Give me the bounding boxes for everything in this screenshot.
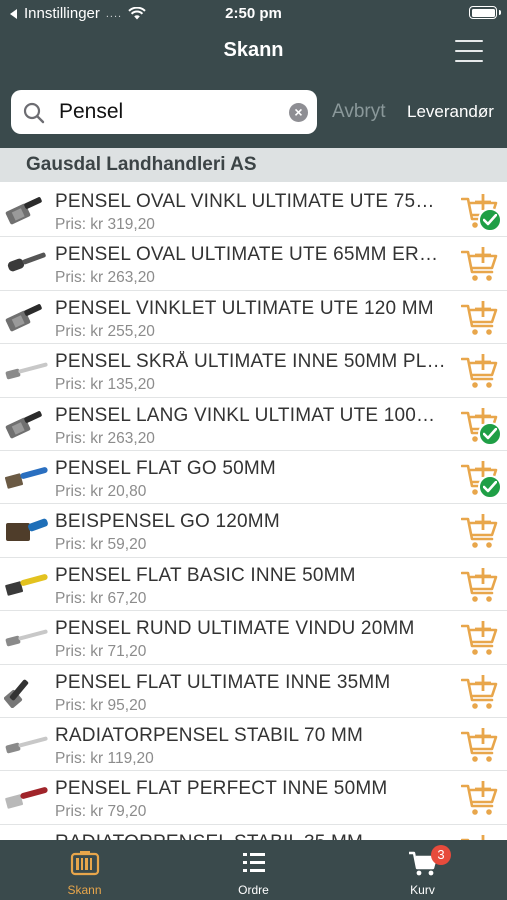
battery-icon bbox=[469, 6, 501, 19]
product-price: Pris: kr 67,20 bbox=[55, 589, 147, 607]
hamburger-menu-icon[interactable] bbox=[455, 40, 483, 62]
product-thumbnail bbox=[4, 679, 29, 708]
tab-label-ordre: Ordre bbox=[238, 883, 269, 897]
product-name: PENSEL FLAT PERFECT INNE 50MM bbox=[55, 778, 388, 800]
product-row[interactable]: BEISPENSEL GO 120MM Pris: kr 59,20 bbox=[0, 504, 507, 558]
supplier-button[interactable]: Leverandør bbox=[407, 102, 494, 122]
checkmark-icon bbox=[478, 474, 502, 499]
status-time: 2:50 pm bbox=[225, 5, 282, 22]
nav-bar: Skann bbox=[0, 30, 507, 76]
tab-label-skann: Skann bbox=[67, 883, 102, 897]
product-name: RADIATORPENSEL STABIL 35 MM bbox=[55, 832, 447, 840]
product-row[interactable]: PENSEL SKRÅ ULTIMATE INNE 50MM PLUS Pris:… bbox=[0, 344, 507, 398]
cart-plus-icon[interactable] bbox=[461, 514, 499, 550]
product-row[interactable]: RADIATORPENSEL STABIL 35 MM bbox=[0, 825, 507, 840]
checkmark-icon bbox=[478, 208, 502, 232]
product-name: PENSEL SKRÅ ULTIMATE INNE 50MM PLUS bbox=[55, 351, 447, 373]
product-name: PENSEL FLAT ULTIMATE INNE 35MM bbox=[55, 671, 391, 693]
cart-plus-icon[interactable] bbox=[461, 781, 499, 817]
product-row[interactable]: RADIATORPENSEL STABIL 70 MM Pris: kr 119,… bbox=[0, 718, 507, 772]
product-thumbnail bbox=[7, 252, 46, 272]
product-row[interactable]: PENSEL VINKLET ULTIMATE UTE 120 MM Pris: … bbox=[0, 291, 507, 345]
product-price: Pris: kr 263,20 bbox=[55, 429, 155, 447]
scanner-icon bbox=[70, 851, 100, 876]
product-price: Pris: kr 135,20 bbox=[55, 376, 155, 394]
top-bar: Innstillinger .... 2:50 pm Skann Pensel … bbox=[0, 0, 507, 148]
product-name: PENSEL LANG VINKL ULTIMAT UTE 100MM bbox=[55, 404, 447, 426]
product-row[interactable]: PENSEL FLAT BASIC INNE 50MM Pris: kr 67,2… bbox=[0, 558, 507, 612]
cart-plus-icon[interactable] bbox=[461, 567, 499, 604]
clear-icon[interactable]: × bbox=[289, 103, 308, 122]
product-thumbnail bbox=[5, 736, 48, 754]
product-thumbnail bbox=[5, 573, 48, 596]
tab-kurv[interactable]: 3 Kurv bbox=[338, 840, 507, 900]
product-price: Pris: kr 20,80 bbox=[55, 482, 147, 500]
product-row[interactable]: PENSEL OVAL VINKL ULTIMATE UTE 75MM Pris:… bbox=[0, 184, 507, 238]
product-price: Pris: kr 319,20 bbox=[55, 216, 155, 233]
cancel-button[interactable]: Avbryt bbox=[332, 101, 386, 123]
product-thumbnail bbox=[5, 629, 48, 647]
section-title: Gausdal Landhandleri AS bbox=[26, 154, 257, 175]
product-price: Pris: kr 255,20 bbox=[55, 322, 155, 340]
product-name: PENSEL FLAT BASIC INNE 50MM bbox=[55, 564, 356, 586]
product-list[interactable]: PENSEL OVAL VINKL ULTIMATE UTE 75MM Pris:… bbox=[0, 184, 507, 840]
product-name: PENSEL FLAT GO 50MM bbox=[55, 457, 276, 479]
product-name: PENSEL OVAL ULTIMATE UTE 65MM ERGO bbox=[55, 244, 447, 266]
product-row[interactable]: PENSEL OVAL ULTIMATE UTE 65MM ERGO Pris: … bbox=[0, 237, 507, 291]
product-row[interactable]: PENSEL LANG VINKL ULTIMAT UTE 100MM Pris:… bbox=[0, 398, 507, 451]
product-thumbnail bbox=[5, 197, 42, 225]
product-price: Pris: kr 71,20 bbox=[55, 643, 147, 661]
product-thumbnail bbox=[6, 519, 48, 542]
product-row[interactable]: PENSEL RUND ULTIMATE VINDU 20MM Pris: kr … bbox=[0, 611, 507, 665]
section-header: Gausdal Landhandleri AS bbox=[0, 148, 507, 182]
product-row[interactable]: PENSEL FLAT GO 50MM Pris: kr 20,80 bbox=[0, 451, 507, 505]
cart-plus-icon[interactable] bbox=[461, 354, 499, 390]
product-price: Pris: kr 79,20 bbox=[55, 803, 147, 821]
search-row: Pensel × Avbryt Leverandør bbox=[0, 90, 507, 136]
tab-ordre[interactable]: Ordre bbox=[169, 840, 338, 900]
product-thumbnail bbox=[5, 787, 48, 809]
product-price: Pris: kr 119,20 bbox=[55, 749, 154, 767]
search-query[interactable]: Pensel bbox=[59, 100, 123, 124]
product-price: Pris: kr 263,20 bbox=[55, 269, 155, 287]
search-input[interactable]: Pensel × bbox=[11, 90, 317, 134]
product-name: BEISPENSEL GO 120MM bbox=[55, 511, 280, 533]
product-thumbnail bbox=[4, 467, 48, 489]
product-name: PENSEL RUND ULTIMATE VINDU 20MM bbox=[55, 618, 415, 640]
product-thumbnail bbox=[5, 362, 48, 380]
product-thumbnail bbox=[5, 303, 42, 332]
product-thumbnail bbox=[5, 410, 42, 438]
cart-plus-icon[interactable] bbox=[461, 674, 499, 711]
checkmark-icon bbox=[478, 421, 502, 446]
cart-plus-icon[interactable] bbox=[461, 621, 499, 657]
product-price: Pris: kr 95,20 bbox=[55, 696, 147, 714]
cart-plus-icon[interactable] bbox=[461, 300, 499, 337]
tab-label-kurv: Kurv bbox=[410, 883, 435, 897]
tab-skann[interactable]: Skann bbox=[0, 840, 169, 900]
page-title: Skann bbox=[223, 39, 284, 61]
cart-plus-icon[interactable] bbox=[461, 727, 499, 764]
product-row[interactable]: PENSEL FLAT PERFECT INNE 50MM Pris: kr 79… bbox=[0, 771, 507, 825]
search-icon bbox=[23, 102, 45, 124]
product-name: PENSEL VINKLET ULTIMATE UTE 120 MM bbox=[55, 297, 434, 319]
list-icon bbox=[243, 853, 265, 872]
product-row[interactable]: PENSEL FLAT ULTIMATE INNE 35MM Pris: kr 9… bbox=[0, 665, 507, 718]
product-name: PENSEL OVAL VINKL ULTIMATE UTE 75MM bbox=[55, 191, 447, 212]
cart-plus-icon[interactable] bbox=[461, 247, 499, 283]
cart-count-badge: 3 bbox=[431, 845, 451, 865]
product-price: Pris: kr 59,20 bbox=[55, 536, 147, 554]
tab-bar: Skann Ordre 3 Kurv bbox=[0, 840, 507, 900]
status-bar: Innstillinger .... 2:50 pm bbox=[0, 0, 507, 28]
product-name: RADIATORPENSEL STABIL 70 MM bbox=[55, 724, 364, 746]
